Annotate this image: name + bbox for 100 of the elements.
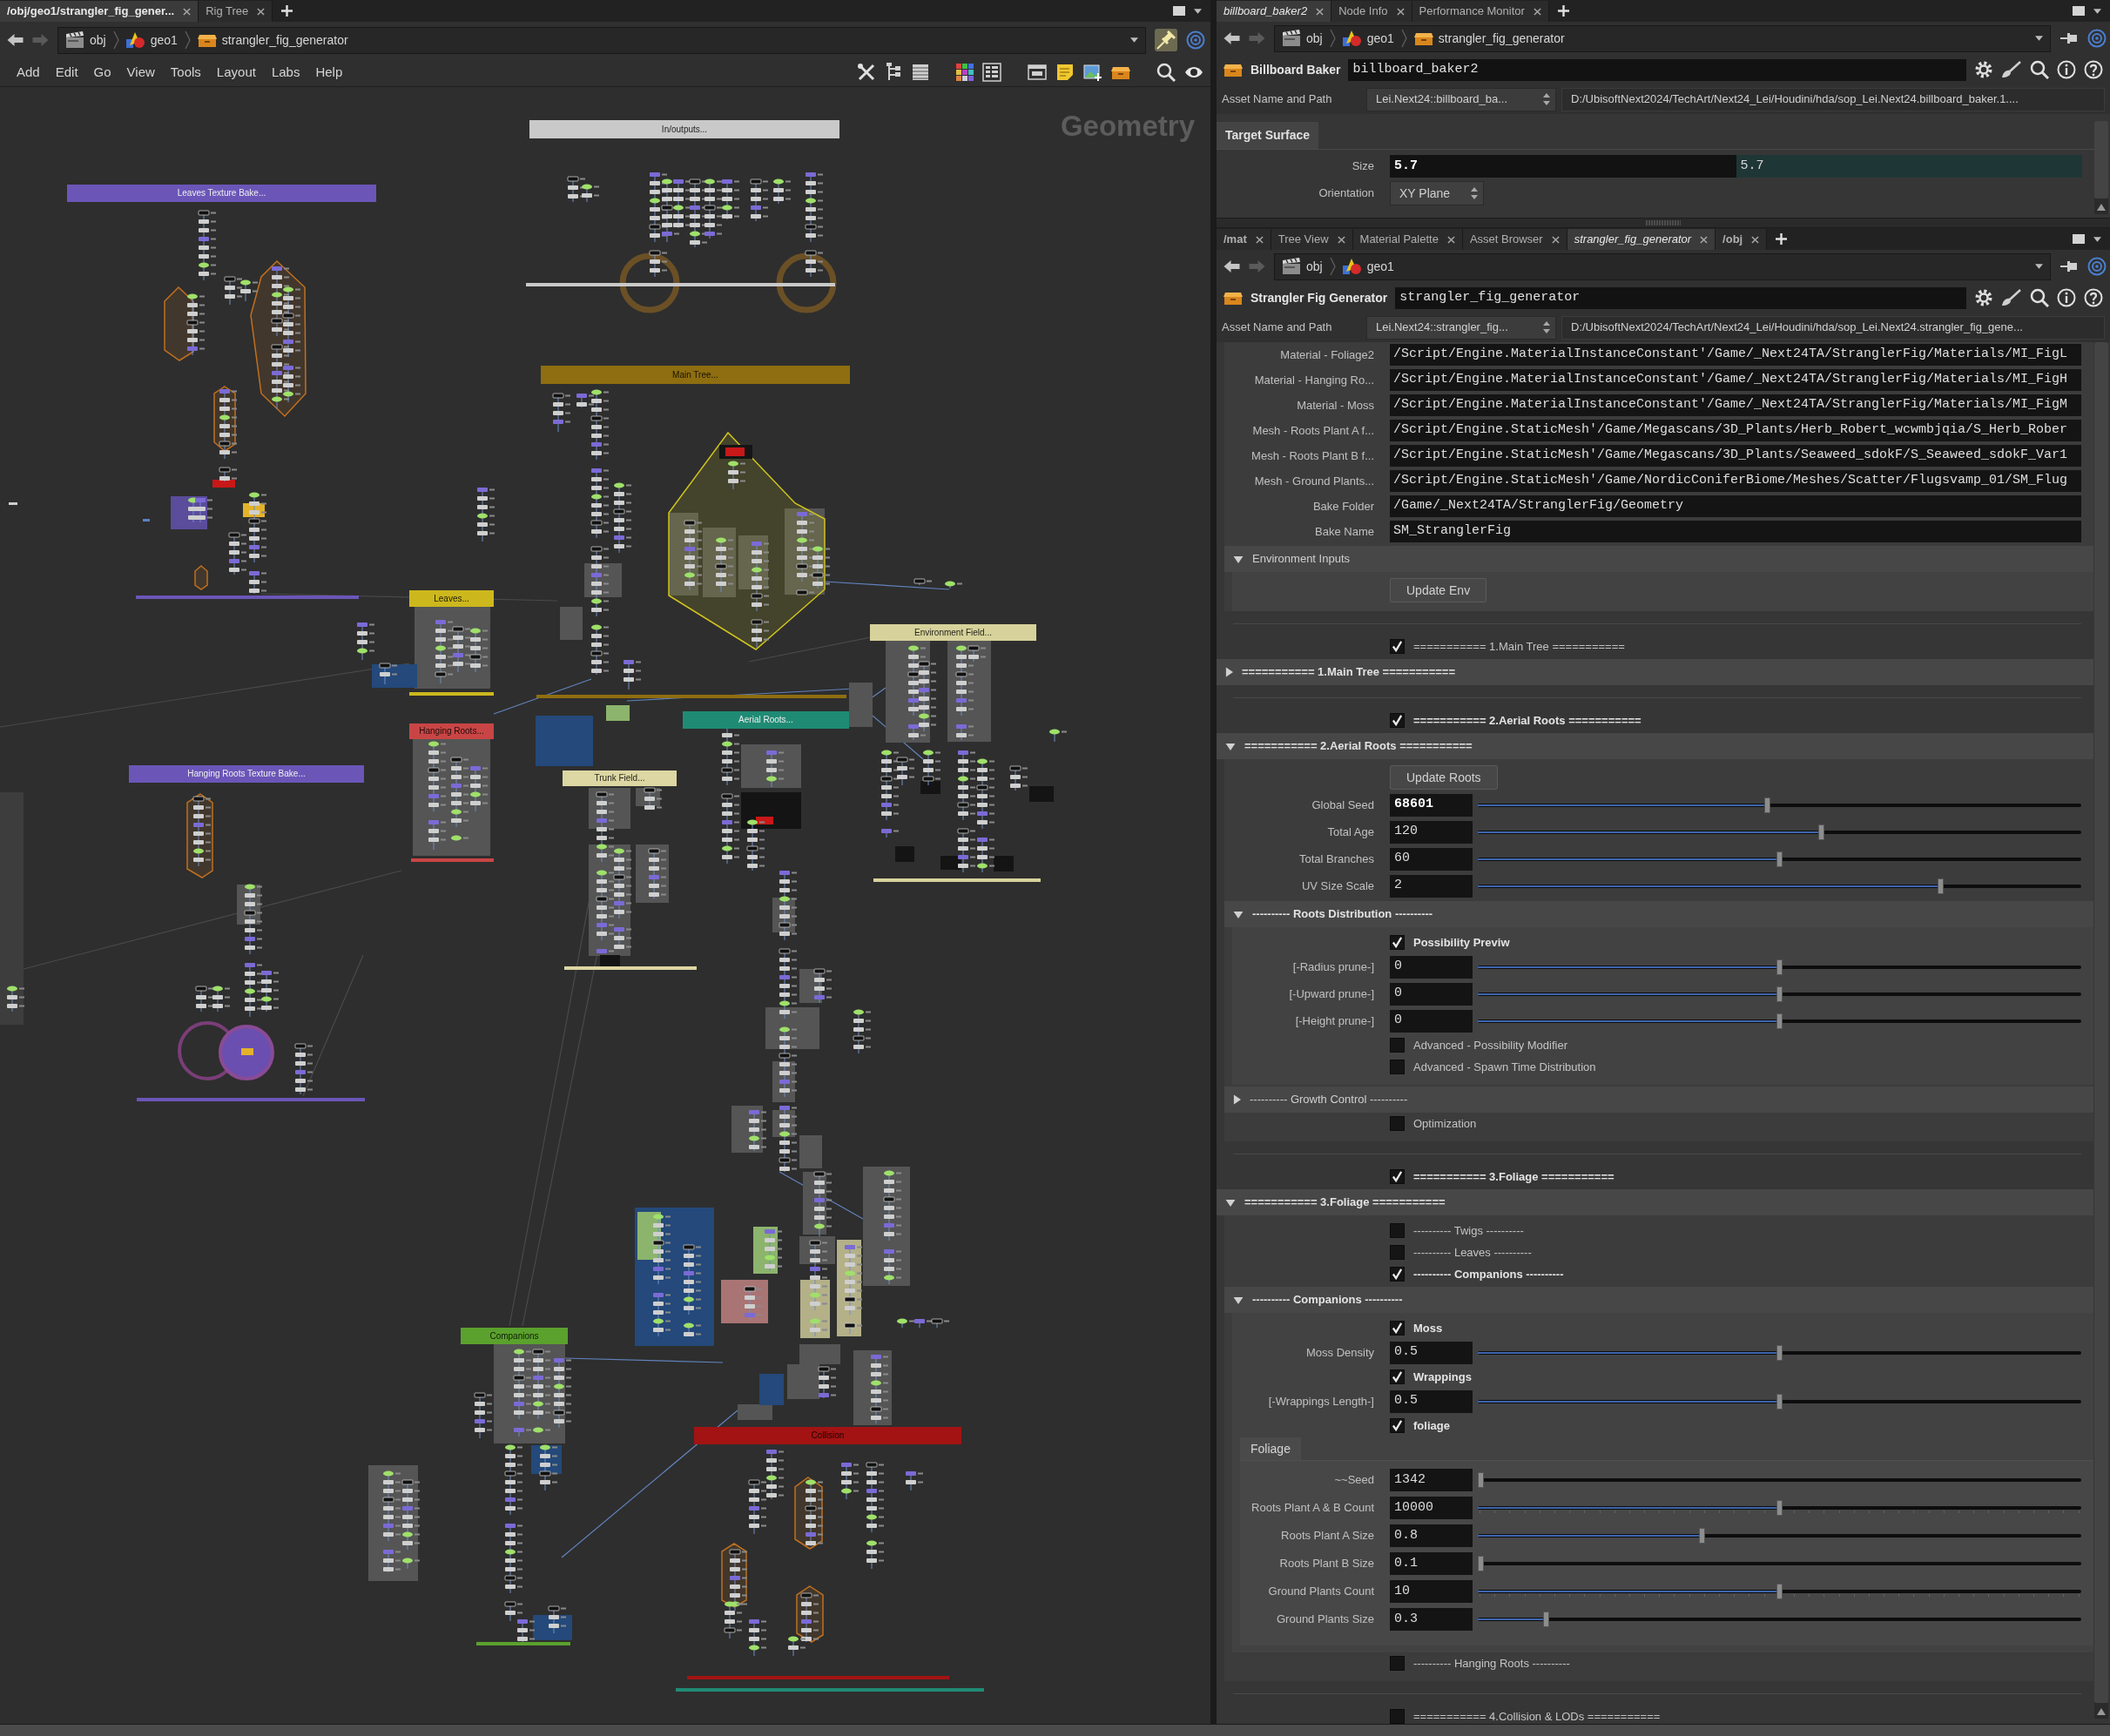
slider-track[interactable] [1478, 1500, 2081, 1516]
breadcrumb-item[interactable]: geo1 [125, 30, 178, 50]
caret-down-icon[interactable] [1194, 8, 1202, 14]
sticky-note-icon[interactable] [1055, 63, 1075, 82]
text-field[interactable]: SM_StranglerFig [1390, 521, 2081, 542]
slider-thumb[interactable] [1776, 1393, 1783, 1410]
menu-item[interactable]: Layout [208, 62, 264, 83]
back-arrow-icon[interactable] [1224, 259, 1240, 273]
folder-header[interactable]: =========== 2.Aerial Roots =========== [1217, 733, 2093, 759]
slider-thumb[interactable] [1776, 1013, 1783, 1029]
help-icon[interactable] [2084, 288, 2103, 307]
asset-path-field[interactable]: D:/UbisoftNext2024/TechArt/Next24_Lei/Houdini/hda/sop_Lei.Next24.strangler_fig_gene... [1561, 315, 2105, 340]
close-icon[interactable] [1396, 7, 1405, 16]
slider-thumb[interactable] [1776, 851, 1783, 867]
node-name-field[interactable]: billboard_baker2 [1348, 58, 1966, 81]
checkbox[interactable] [1390, 1369, 1405, 1384]
tools-icon[interactable] [857, 63, 876, 82]
number-field[interactable]: 5.7 [1390, 155, 1736, 178]
text-field[interactable]: /Script/Engine.StaticMesh'/Game/NordicConiferBiome/Meshes/Scatter/Flugsvamp_01/SM_Flug [1390, 470, 2081, 492]
slider-thumb[interactable] [1776, 1344, 1783, 1361]
breadcrumb-item[interactable]: obj [1282, 29, 1323, 48]
target-icon[interactable] [2087, 29, 2107, 48]
slider-track[interactable] [1478, 1472, 2081, 1488]
checkbox[interactable] [1390, 1038, 1405, 1053]
menu-item[interactable]: Help [307, 62, 351, 83]
number-field[interactable]: 0.1 [1390, 1552, 1473, 1575]
brush-icon[interactable] [2001, 60, 2022, 79]
slider-thumb[interactable] [1764, 797, 1771, 813]
pushpin-icon[interactable] [1155, 29, 1177, 51]
checkbox[interactable] [1390, 1321, 1405, 1336]
tab[interactable]: /obj [1716, 229, 1768, 250]
tab[interactable]: Performance Monitor [1412, 1, 1549, 22]
tab[interactable]: Rig Tree [199, 1, 273, 22]
number-field[interactable]: 5.7 [1736, 155, 2082, 178]
gear-icon[interactable] [1974, 60, 1993, 79]
slider-thumb[interactable] [1776, 959, 1783, 975]
slider-thumb[interactable] [1698, 1528, 1705, 1544]
text-field[interactable]: /Game/_Next24TA/StranglerFig/Geometry [1390, 495, 2081, 517]
folder-header[interactable]: Environment Inputs [1224, 546, 2093, 572]
target-icon[interactable] [1186, 30, 1205, 50]
tab[interactable]: Tree View [1271, 229, 1353, 250]
parameter-button[interactable]: Update Env [1390, 578, 1487, 602]
slider-track[interactable] [1478, 878, 2081, 894]
scroll-up-arrow-icon[interactable] [2097, 204, 2106, 211]
slider-track[interactable] [1478, 1344, 2081, 1361]
number-field[interactable]: 0 [1390, 982, 1473, 1006]
parameter-button[interactable]: Update Roots [1390, 765, 1498, 790]
scrollbar-thumb[interactable] [2094, 121, 2108, 198]
pin-icon[interactable] [2059, 259, 2079, 273]
asset-name-dropdown[interactable]: Lei.Next24::strangler_fig... [1366, 315, 1556, 340]
panel-icon[interactable] [1028, 63, 1047, 82]
scroll-up-arrow-icon[interactable] [2097, 1708, 2106, 1715]
menu-item[interactable]: Tools [162, 62, 209, 83]
number-field[interactable]: 68601 [1390, 793, 1473, 817]
checkbox[interactable] [1390, 1169, 1405, 1184]
scrollbar[interactable] [2094, 121, 2108, 214]
slider-thumb[interactable] [1776, 1500, 1783, 1516]
slider-track[interactable] [1478, 1013, 2081, 1029]
caret-down-icon[interactable] [2035, 264, 2043, 269]
close-icon[interactable] [257, 7, 266, 16]
breadcrumb-item[interactable]: obj [65, 30, 106, 50]
slider-track[interactable] [1478, 1556, 2081, 1571]
number-field[interactable]: 0 [1390, 955, 1473, 979]
checkbox[interactable] [1390, 1656, 1405, 1671]
search-icon[interactable] [1156, 63, 1176, 82]
text-field[interactable]: /Script/Engine.MaterialInstanceConstant'/Game/_Next24TA/StranglerFig/Materials/MI_FigM [1390, 394, 2081, 416]
box-icon[interactable] [1111, 64, 1130, 80]
number-field[interactable]: 10 [1390, 1580, 1473, 1603]
tab[interactable]: /mat [1217, 229, 1271, 250]
number-field[interactable]: 120 [1390, 820, 1473, 844]
slider-thumb[interactable] [1776, 986, 1783, 1002]
caret-down-icon[interactable] [2093, 8, 2101, 14]
tab[interactable]: Asset Browser [1462, 229, 1567, 250]
tree-icon[interactable] [885, 63, 902, 82]
menu-item[interactable]: Edit [47, 62, 86, 83]
close-icon[interactable] [1337, 235, 1345, 244]
checkbox[interactable] [1390, 1116, 1405, 1131]
slider-track[interactable] [1478, 1528, 2081, 1544]
text-field[interactable]: /Script/Engine.StaticMesh'/Game/Megascans/3D_Plants/Herb_Robert_wcwmbjqia/S_Herb_Rober [1390, 420, 2081, 441]
folder-header[interactable]: ---------- Roots Distribution ---------- [1224, 901, 2093, 927]
slider-track[interactable] [1478, 1393, 2081, 1410]
slider-thumb[interactable] [1818, 824, 1824, 840]
dropdown[interactable]: XY Plane [1390, 181, 1484, 205]
number-field[interactable]: 2 [1390, 874, 1473, 898]
number-field[interactable]: 10000 [1390, 1497, 1473, 1519]
slider-track[interactable] [1478, 1612, 2081, 1627]
asset-name-dropdown[interactable]: Lei.Next24::billboard_ba... [1366, 87, 1556, 111]
close-icon[interactable] [1533, 7, 1541, 16]
pin-icon[interactable] [2059, 31, 2079, 45]
caret-down-icon[interactable] [2093, 236, 2101, 242]
folder-tab[interactable]: Foliage [1240, 1437, 1301, 1460]
menu-item[interactable]: Add [9, 62, 48, 83]
close-icon[interactable] [1551, 235, 1560, 244]
slider-thumb[interactable] [1543, 1612, 1550, 1627]
color-grid-icon[interactable] [956, 64, 974, 81]
text-field[interactable]: /Script/Engine.MaterialInstanceConstant'/Game/_Next24TA/StranglerFig/Materials/MI_FigH [1390, 369, 2081, 391]
search-icon[interactable] [2030, 60, 2049, 79]
number-field[interactable]: 1342 [1390, 1469, 1473, 1491]
menu-item[interactable]: Go [85, 62, 119, 83]
path-bar[interactable]: obj geo1 strangler_fig_generator [1274, 24, 2051, 52]
